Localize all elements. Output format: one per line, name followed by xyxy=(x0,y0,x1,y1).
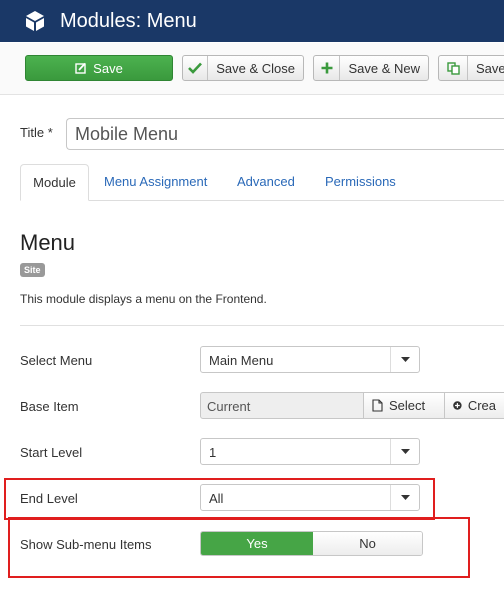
plus-circle-icon xyxy=(453,401,462,410)
page-title: Modules: Menu xyxy=(60,9,197,32)
tab-permissions[interactable]: Permissions xyxy=(325,164,396,200)
select-menu-dropdown[interactable]: Main Menu xyxy=(200,346,420,373)
caret-down-icon xyxy=(390,347,419,372)
save-new-button[interactable]: Save & New xyxy=(313,55,429,81)
start-level-label: Start Level xyxy=(20,445,83,460)
divider xyxy=(20,325,504,326)
copy-icon xyxy=(439,56,468,80)
caret-down-icon xyxy=(390,439,419,464)
site-badge: Site xyxy=(20,263,45,277)
toolbar: Save Save & Close Save & New Save xyxy=(0,43,504,95)
save-copy-label: Save xyxy=(476,60,504,76)
save-close-label: Save & Close xyxy=(216,60,295,76)
select-menu-label: Select Menu xyxy=(20,353,93,368)
base-item-group: Current Select Crea xyxy=(200,392,504,419)
edit-icon xyxy=(75,56,87,80)
file-icon xyxy=(372,399,383,412)
select-label: Select xyxy=(389,398,426,413)
highlight-box-end-level xyxy=(4,478,435,520)
save-button[interactable]: Save xyxy=(25,55,173,81)
title-input[interactable]: Mobile Menu xyxy=(66,118,504,150)
module-heading: Menu xyxy=(20,230,76,255)
save-close-button[interactable]: Save & Close xyxy=(182,55,304,81)
page-header: Modules: Menu xyxy=(0,0,504,42)
tab-advanced[interactable]: Advanced xyxy=(237,164,295,200)
start-level-dropdown[interactable]: 1 xyxy=(200,438,420,465)
create-label: Crea xyxy=(467,398,496,413)
base-item-select-button[interactable]: Select xyxy=(363,392,445,419)
start-level-value: 1 xyxy=(209,445,217,460)
tab-bar: Module Menu Assignment Advanced Permissi… xyxy=(20,164,504,201)
tab-menu-assignment[interactable]: Menu Assignment xyxy=(104,164,207,200)
title-label: Title * xyxy=(20,125,53,140)
base-item-value: Current xyxy=(200,392,364,419)
tab-module[interactable]: Module xyxy=(20,164,89,201)
save-copy-button[interactable]: Save xyxy=(438,55,504,81)
highlight-box-show-submenu xyxy=(8,517,470,578)
base-item-label: Base Item xyxy=(20,399,79,414)
plus-icon xyxy=(314,56,341,80)
joomla-cube-icon xyxy=(26,11,44,31)
select-menu-value: Main Menu xyxy=(209,353,274,368)
save-label: Save xyxy=(93,60,123,76)
save-new-label: Save & New xyxy=(348,60,420,76)
module-description: This module displays a menu on the Front… xyxy=(20,292,267,306)
base-item-create-button[interactable]: Crea xyxy=(444,392,504,419)
check-icon xyxy=(183,56,209,80)
